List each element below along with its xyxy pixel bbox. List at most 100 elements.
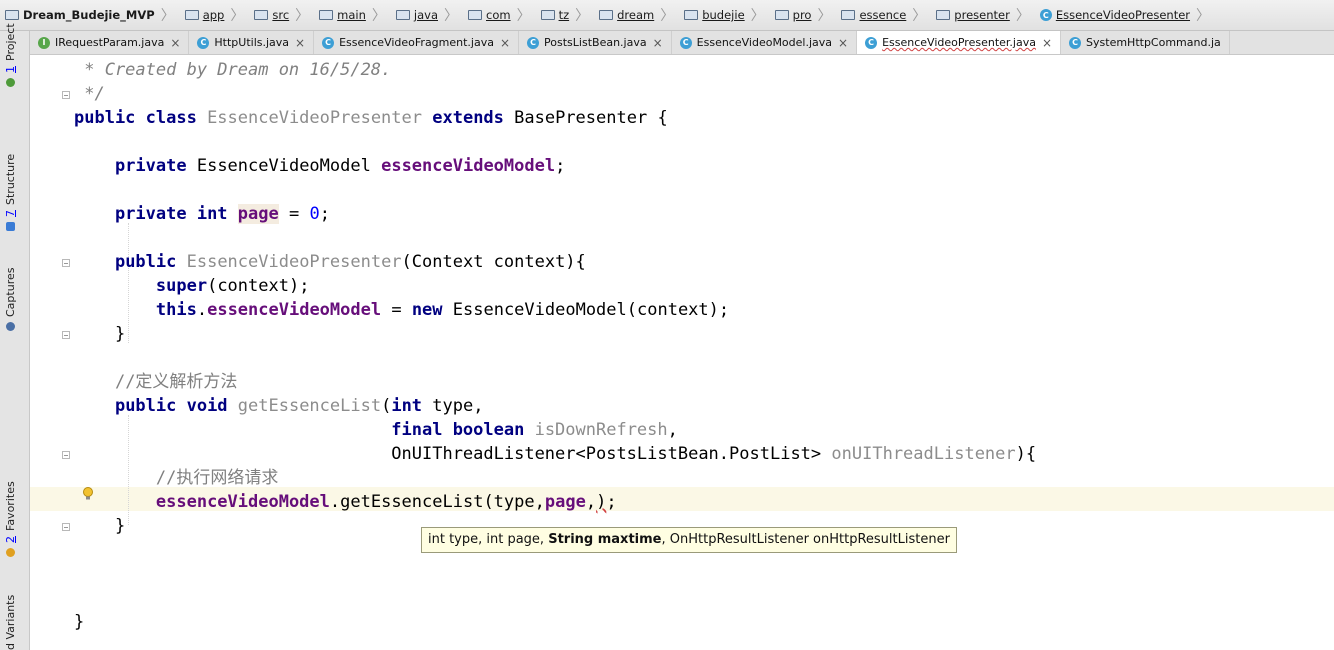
sidebar-item-captures[interactable]: Captures xyxy=(4,268,17,331)
fold-marker[interactable] xyxy=(62,523,70,531)
breadcrumb-separator-icon: 〉 xyxy=(1015,8,1030,24)
folder-icon xyxy=(319,10,334,20)
code-line: } xyxy=(74,324,126,344)
breadcrumb-item[interactable]: essence 〉 xyxy=(836,0,931,30)
breadcrumb-label: EssenceVideoPresenter xyxy=(1055,8,1191,22)
field-name: essenceVideoModel xyxy=(381,156,556,176)
folder-icon xyxy=(254,10,269,20)
breadcrumb-label: com xyxy=(486,8,511,22)
close-icon[interactable]: × xyxy=(838,36,848,50)
package-icon xyxy=(684,10,699,20)
field-ref: essenceVideoModel xyxy=(155,492,330,512)
breadcrumb-item[interactable]: budejie 〉 xyxy=(679,0,769,30)
close-icon[interactable]: × xyxy=(1042,36,1052,50)
breadcrumb-separator-icon: 〉 xyxy=(575,8,590,24)
parameter-info-tooltip: int type, int page, String maxtime, OnHt… xyxy=(421,527,957,553)
package-icon xyxy=(841,10,856,20)
tab-label: EssenceVideoFragment.java xyxy=(339,36,494,49)
folder-icon xyxy=(395,10,410,20)
sidebar-item-build-variants[interactable]: d Variants xyxy=(4,595,17,650)
breadcrumb-separator-icon: 〉 xyxy=(295,8,310,24)
breadcrumb-separator-icon: 〉 xyxy=(160,8,175,24)
sidebar-item-project[interactable]: 1 Project xyxy=(4,23,17,87)
star-icon xyxy=(6,548,15,557)
fold-marker[interactable] xyxy=(62,451,70,459)
breadcrumb-separator-icon: 〉 xyxy=(371,8,386,24)
breadcrumb-item[interactable]: tz 〉 xyxy=(536,0,595,30)
breadcrumb-label: src xyxy=(272,8,290,22)
code-line: public class EssenceVideoPresenter exten… xyxy=(74,108,668,128)
sidebar-item-label: Structure xyxy=(4,153,17,205)
folder-icon xyxy=(184,10,199,20)
editor-tab[interactable]: I IRequestParam.java × xyxy=(30,31,190,54)
code-editor[interactable]: * Created by Dream on 16/5/28. */ public… xyxy=(30,55,1334,650)
editor-tab[interactable]: C PostsListBean.java × xyxy=(519,31,672,54)
code-line: public void getEssenceList(int type, xyxy=(114,396,484,416)
class-icon: C xyxy=(865,36,878,49)
interface-icon: I xyxy=(38,36,50,49)
sidebar-item-label: Captures xyxy=(4,267,17,317)
breadcrumb-item[interactable]: main 〉 xyxy=(314,0,391,30)
editor-tab[interactable]: C SystemHttpCommand.ja xyxy=(1061,31,1230,54)
close-icon[interactable]: × xyxy=(653,36,663,50)
breadcrumb-item[interactable]: com 〉 xyxy=(463,0,536,30)
navigation-bar: Dream_Budejie_MVP 〉 app 〉 src 〉 main 〉 java 〉 com 〉… xyxy=(0,0,1334,31)
package-icon xyxy=(468,10,482,20)
class-icon: C xyxy=(679,36,692,49)
class-icon: C xyxy=(1039,9,1052,21)
breadcrumb: Dream_Budejie_MVP 〉 app 〉 src 〉 main 〉 java 〉 com 〉… xyxy=(0,0,1215,30)
close-icon[interactable]: × xyxy=(295,36,305,50)
breadcrumb-item[interactable]: C EssenceVideoPresenter 〉 xyxy=(1035,0,1215,30)
line-comment: //定义解析方法 xyxy=(114,372,238,392)
editor-tab[interactable]: C HttpUtils.java × xyxy=(189,31,315,54)
breadcrumb-item[interactable]: src 〉 xyxy=(249,0,314,30)
close-icon[interactable]: × xyxy=(170,36,180,50)
editor-tab[interactable]: C EssenceVideoFragment.java × xyxy=(314,31,520,54)
breadcrumb-item[interactable]: presenter 〉 xyxy=(931,0,1035,30)
sidebar-item-num: 1 xyxy=(4,66,17,73)
package-icon xyxy=(774,10,789,20)
code-line: super(context); xyxy=(155,276,310,296)
tab-label: EssenceVideoPresenter.java xyxy=(882,36,1036,49)
breadcrumb-item[interactable]: app 〉 xyxy=(180,0,250,30)
breadcrumb-separator-icon: 〉 xyxy=(817,8,832,24)
sidebar-item-label: d Variants xyxy=(4,594,17,650)
tab-label: SystemHttpCommand.ja xyxy=(1086,36,1221,49)
close-icon[interactable]: × xyxy=(500,36,510,50)
fold-marker[interactable] xyxy=(62,91,70,99)
class-name: EssenceVideoPresenter xyxy=(207,108,422,128)
fold-marker[interactable] xyxy=(62,331,70,339)
sidebar-item-num: 7 xyxy=(4,210,17,217)
editor-gutter xyxy=(30,55,74,650)
code-line: * Created by Dream on 16/5/28. xyxy=(74,58,391,82)
sidebar-item-num: 2 xyxy=(4,536,17,543)
breadcrumb-item[interactable]: java 〉 xyxy=(391,0,463,30)
editor-tab[interactable]: C EssenceVideoModel.java × xyxy=(672,31,858,54)
doc-comment: */ xyxy=(74,84,105,104)
editor-tab[interactable]: C EssenceVideoPresenter.java × xyxy=(857,31,1062,54)
sidebar-item-label: Project xyxy=(4,23,17,61)
sidebar-item-structure[interactable]: 7 Structure xyxy=(4,154,17,231)
code-line: } xyxy=(74,516,126,536)
breadcrumb-label: pro xyxy=(792,8,812,22)
field-ref: page xyxy=(544,492,586,512)
line-comment: //执行网络请求 xyxy=(155,468,279,488)
sidebar-item-favorites[interactable]: 2 Favorites xyxy=(4,481,17,557)
breadcrumb-label: app xyxy=(202,8,225,22)
breadcrumb-separator-icon: 〉 xyxy=(912,8,927,24)
breadcrumb-item[interactable]: Dream_Budejie_MVP 〉 xyxy=(0,0,180,30)
breadcrumb-item[interactable]: pro 〉 xyxy=(770,0,837,30)
class-icon: C xyxy=(1069,36,1082,49)
fold-marker[interactable] xyxy=(62,259,70,267)
code-line: OnUIThreadListener<PostsListBean.PostLis… xyxy=(391,444,1037,464)
field-name: page xyxy=(237,204,279,224)
code-line: final boolean isDownRefresh, xyxy=(391,420,678,440)
captures-icon xyxy=(6,322,15,331)
breadcrumb-label: tz xyxy=(558,8,570,22)
code-line-current: essenceVideoModel.getEssenceList(type,pa… xyxy=(155,492,617,512)
breadcrumb-label: main xyxy=(337,8,366,22)
breadcrumb-item[interactable]: dream 〉 xyxy=(594,0,679,30)
breadcrumb-label: dream xyxy=(617,8,655,22)
code-line: private EssenceVideoModel essenceVideoMo… xyxy=(114,156,566,176)
code-line: private int page = 0; xyxy=(114,204,330,224)
